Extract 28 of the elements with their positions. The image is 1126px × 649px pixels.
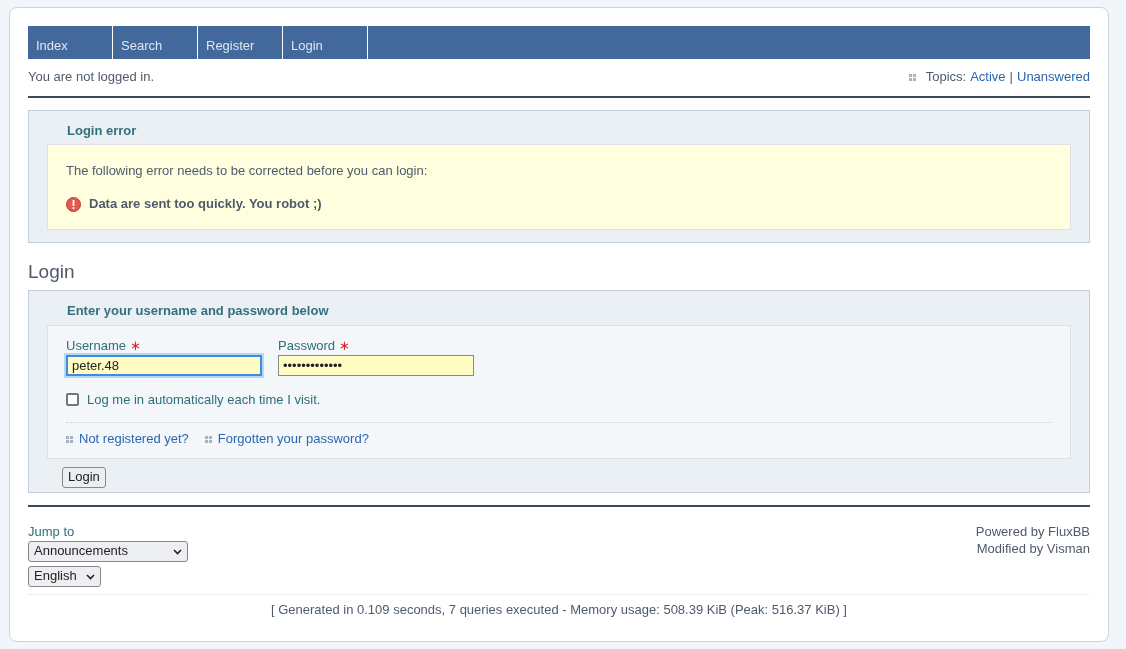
nav-link[interactable]: Login (283, 26, 368, 59)
username-field[interactable]: peter.48 (66, 354, 262, 376)
password-field[interactable]: ••••••••••••• (278, 354, 474, 376)
topics-label: Topics: (925, 69, 967, 86)
error-intro: The following error needs to be corrected before you can login: (66, 163, 429, 181)
nav-link[interactable]: Index (28, 26, 113, 59)
credit-text: Modified by Visman (976, 541, 1090, 558)
login-status: You are not logged in. (28, 69, 154, 86)
credit-text: Powered by FluxBB (975, 524, 1090, 542)
nav-link[interactable]: Register (198, 26, 283, 59)
form-legend: Enter your username and password below (47, 291, 1071, 325)
jump-label: Jump to (28, 524, 75, 542)
checkbox-label: Log me in automatically each time I visit. (87, 391, 321, 409)
form-link[interactable]: Not registered yet? (79, 431, 189, 449)
form-link[interactable]: Forgotten your password? (217, 431, 369, 449)
topics-link[interactable]: Active (970, 69, 1006, 86)
nav-link[interactable]: Search (113, 26, 198, 59)
forum-select[interactable]: Announcements (28, 541, 188, 563)
field-label: Username ∗ (66, 337, 142, 355)
language-select[interactable]: English (28, 566, 101, 588)
error-text: Data are sent too quickly. You robot ;) (89, 196, 322, 214)
panel-title: Login error (66, 121, 138, 140)
topics-link[interactable]: Unanswered (1017, 69, 1090, 86)
login-button[interactable]: Login (62, 467, 106, 489)
separator: | (1009, 69, 1013, 86)
generation-stats: [ Generated in 0.109 seconds, 7 queries executed - Memory usage: 508.39 KiB (Peak: 516.37 KiB) ] (28, 594, 1090, 619)
field-label: Password ∗ (278, 337, 351, 355)
page-heading: Login (28, 261, 76, 285)
